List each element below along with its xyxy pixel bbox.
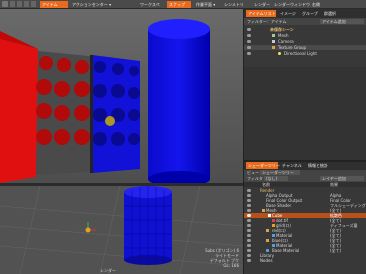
- tool-icon-2[interactable]: [17, 1, 22, 7]
- toolbar-item-action-center[interactable]: アクションセンター ▾: [70, 1, 111, 8]
- tab-shader-tree[interactable]: シェーダーツリー: [246, 162, 280, 169]
- mesh-icon: [272, 34, 275, 37]
- visibility-eye-icon[interactable]: [247, 249, 251, 252]
- item-filter-label[interactable]: フィルター：アイテム: [247, 19, 295, 24]
- item-row-directional-light[interactable]: Directional Light: [244, 51, 366, 56]
- tab-info-stats[interactable]: 情報と統計: [306, 162, 340, 169]
- material-group-icon: [262, 209, 265, 212]
- item-label: Camera: [278, 39, 294, 44]
- tool-icon-4[interactable]: [31, 1, 36, 7]
- view-dropdown[interactable]: シェーダーツリー: [260, 170, 300, 175]
- item-row-scene[interactable]: 未保存シーン: [244, 27, 366, 32]
- toolbar-item-render-window[interactable]: レンダーウィンドウ: [272, 1, 310, 8]
- tool-icon-1[interactable]: [10, 1, 15, 7]
- shader-tabbar: シェーダーツリー チャンネル 情報と統計: [244, 162, 366, 170]
- filter-dropdown[interactable]: (なし): [264, 176, 288, 181]
- item-row-mesh[interactable]: Mesh: [244, 33, 366, 38]
- light-icon: [278, 52, 281, 55]
- item-row-camera[interactable]: Camera: [244, 39, 366, 44]
- item-list-filter-bar: フィルター：アイテム アイテム追加: [244, 18, 366, 25]
- toolbar-item-falloff[interactable]: ワークスペ: [138, 1, 164, 8]
- visibility-eye-icon[interactable]: [247, 52, 251, 55]
- app-logo-icon: [2, 1, 8, 7]
- visibility-eye-icon[interactable]: [247, 189, 251, 192]
- material-icon: [272, 234, 275, 237]
- toolbar-item-mode[interactable]: アイテム: [40, 1, 68, 8]
- tab-images[interactable]: イメージ: [278, 10, 298, 17]
- item-label: Texture Group: [278, 45, 307, 50]
- material-group-icon: [266, 239, 269, 242]
- item-list-tree: 未保存シーン Mesh Camera Texture Group Directi…: [244, 26, 366, 66]
- visibility-eye-icon[interactable]: [247, 219, 251, 222]
- toolbar-item-snap[interactable]: スナップ: [167, 1, 191, 8]
- viewport-scene: [0, 9, 243, 183]
- blue-cylinder-top: [148, 19, 210, 39]
- column-effect-header[interactable]: 効果: [330, 182, 350, 187]
- visibility-eye-icon[interactable]: [247, 224, 251, 227]
- camera-icon: [272, 40, 275, 43]
- visibility-eye-icon[interactable]: [247, 209, 251, 212]
- item-add-button[interactable]: アイテム追加: [320, 19, 364, 24]
- tab-groups[interactable]: グループ: [300, 10, 320, 17]
- visibility-eye-icon[interactable]: [247, 214, 251, 217]
- toolbar-right-label[interactable]: 右側: [310, 1, 330, 8]
- visibility-eye-icon[interactable]: [247, 40, 251, 43]
- visibility-eye-icon[interactable]: [247, 199, 251, 202]
- group-icon: [272, 46, 275, 49]
- item-list-panel: アイテムリスト イメージ グループ 群選択 フィルター：アイテム アイテム追加 …: [243, 9, 366, 160]
- top-toolbar: アイテム アクションセンター ▾ ワークスペ スナップ 作業平面 ▾ シンメトリ…: [0, 0, 366, 9]
- visibility-eye-icon[interactable]: [247, 204, 251, 207]
- visibility-eye-icon[interactable]: [247, 194, 251, 197]
- viewport-bottom[interactable]: Subs (ポリゴン) 6 ライトモード デフォルト ブク GL: 166 レン…: [0, 186, 243, 274]
- shader-column-header: 名前 効果: [244, 182, 366, 187]
- viewport-perspective[interactable]: [0, 9, 243, 183]
- visibility-eye-icon[interactable]: [247, 239, 251, 242]
- visibility-eye-icon[interactable]: [247, 244, 251, 247]
- shader-row-nodes[interactable]: Nodes: [244, 258, 366, 263]
- tool-icon-3[interactable]: [24, 1, 29, 7]
- bottom-manipulator: [85, 227, 91, 233]
- visibility-eye-icon[interactable]: [247, 28, 251, 31]
- add-layer-button[interactable]: レイヤー追加: [320, 176, 364, 181]
- shader-tree-rows: Render Alpha Output Alpha Final Color Ou…: [244, 188, 366, 274]
- toolbar-item-render[interactable]: レンダー: [252, 1, 270, 8]
- view-label: ビュー: [247, 170, 259, 175]
- tab-item-list[interactable]: アイテムリスト: [246, 10, 276, 17]
- tab-channels[interactable]: チャンネル: [280, 162, 304, 169]
- blue-cylinder: [148, 29, 210, 179]
- column-name-header[interactable]: 名前: [262, 182, 282, 187]
- material-icon: [266, 249, 269, 252]
- item-label: Mesh: [278, 33, 289, 38]
- shader-tree-panel: シェーダーツリー チャンネル 情報と統計 ビュー シェーダーツリー フィルター …: [243, 162, 366, 274]
- item-list-empty-area: [244, 67, 366, 160]
- material-icon: [272, 244, 275, 247]
- toolbar-item-symmetry[interactable]: シンメトリ: [222, 1, 244, 8]
- image-icon: [272, 219, 275, 222]
- texture-icon: [268, 214, 271, 217]
- visibility-eye-icon[interactable]: [247, 46, 251, 49]
- red-box: [0, 39, 38, 183]
- visibility-eye-icon[interactable]: [247, 229, 251, 232]
- visibility-eye-icon[interactable]: [247, 34, 251, 37]
- visibility-eye-icon[interactable]: [247, 254, 251, 257]
- visibility-eye-icon[interactable]: [247, 259, 251, 262]
- toolbar-item-workplane[interactable]: 作業平面 ▾: [194, 1, 220, 8]
- image-icon: [272, 224, 275, 227]
- visibility-eye-icon[interactable]: [247, 234, 251, 237]
- cursor-marker: [105, 116, 115, 126]
- item-label: 未保存シーン: [270, 27, 294, 32]
- filter-label: フィルター: [247, 176, 263, 181]
- shader-name: Nodes: [260, 258, 273, 263]
- bottom-info-4: GL: 166: [223, 263, 239, 268]
- material-group-icon: [266, 229, 269, 232]
- item-list-tabbar: アイテムリスト イメージ グループ 群選択: [244, 9, 366, 18]
- tab-selection-sets[interactable]: 群選択: [322, 10, 342, 17]
- item-label: Directional Light: [284, 51, 317, 56]
- bottom-corner-label: レンダー: [100, 268, 116, 273]
- item-row-texture-group[interactable]: Texture Group: [244, 45, 366, 50]
